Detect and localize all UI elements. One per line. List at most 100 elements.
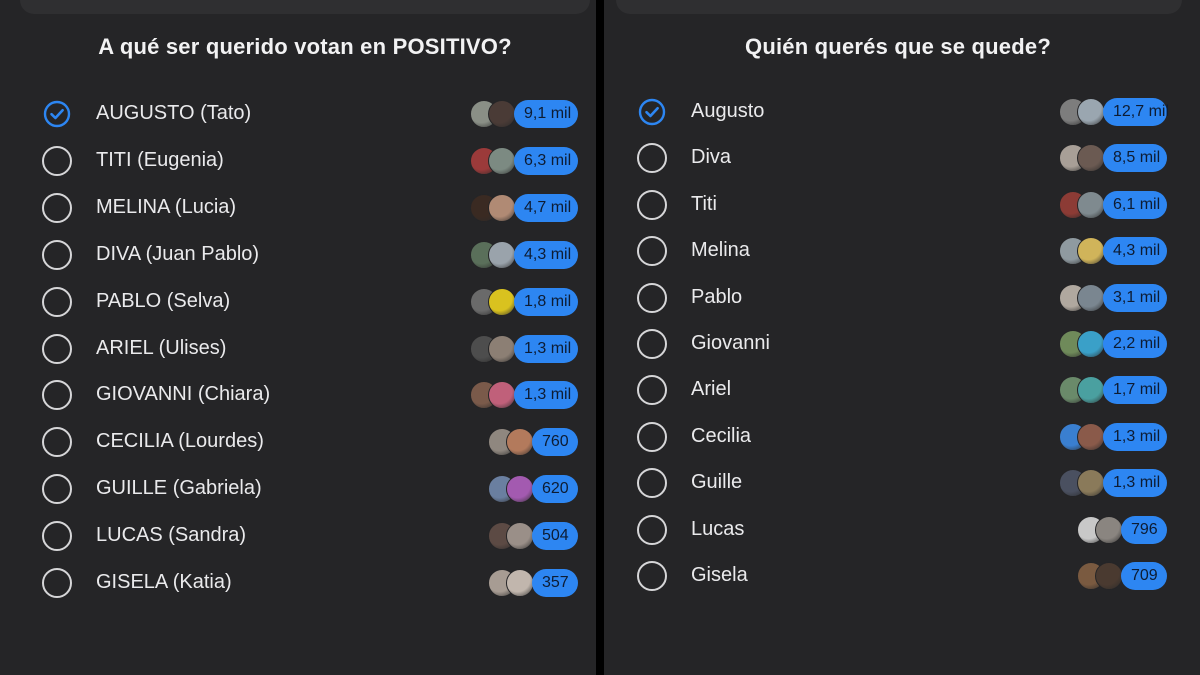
option-label: DIVA (Juan Pablo) <box>96 242 260 265</box>
vote-count-badge: 1,3 mil <box>1103 422 1167 451</box>
radio-circle-icon[interactable] <box>637 189 667 220</box>
voter-avatar <box>1095 562 1123 590</box>
option-label: AUGUSTO (Tato) <box>96 102 252 124</box>
radio-circle-icon[interactable] <box>42 521 72 552</box>
poll-title: A qué ser querido votan en POSITIVO? <box>98 34 512 59</box>
vote-count-badge: 6,3 mil <box>514 146 578 175</box>
voter-avatar <box>1077 144 1105 173</box>
poll-option-pablo[interactable]: Pablo 3,1 mil <box>604 278 1192 322</box>
option-label: Ariel <box>691 378 732 401</box>
radio-circle-icon[interactable] <box>42 239 72 270</box>
voter-avatar <box>1077 237 1105 266</box>
poll-option-lucas-sandra[interactable]: LUCAS (Sandra) 504 <box>0 516 610 560</box>
voter-avatar <box>1077 422 1105 451</box>
vote-count-badge: 1,3 mil <box>514 381 578 410</box>
voter-avatar <box>488 240 516 269</box>
radio-circle-icon[interactable] <box>637 375 667 406</box>
voter-avatar <box>1077 190 1105 219</box>
vote-count-badge: 760 <box>532 428 578 457</box>
poll-option-titi-eugenia[interactable]: TITI (Eugenia) 6,3 mil <box>0 141 610 185</box>
vote-count-badge: 9,1 mil <box>514 100 578 128</box>
poll-option-lucas[interactable]: Lucas 796 <box>604 510 1192 554</box>
voter-avatar <box>488 193 516 222</box>
voter-avatar <box>1095 515 1123 544</box>
option-label: TITI (Eugenia) <box>96 148 224 171</box>
poll-option-melina[interactable]: Melina 4,3 mil <box>604 231 1192 275</box>
poll-option-diva[interactable]: Diva 8,5 mil <box>604 138 1192 182</box>
option-label: GIOVANNI (Chiara) <box>96 383 271 406</box>
vote-count-badge: 796 <box>1121 515 1167 544</box>
option-label: MELINA (Lucia) <box>96 195 237 218</box>
poll-option-gisela[interactable]: Gisela 709 <box>604 556 1192 600</box>
check-circle-icon[interactable] <box>637 97 667 127</box>
poll-option-ariel-ulises[interactable]: ARIEL (Ulises) 1,3 mil <box>0 329 610 373</box>
vote-count-badge: 12,7 mil <box>1103 98 1169 126</box>
poll-option-guille[interactable]: Guille 1,3 mil <box>604 463 1192 507</box>
voter-avatar <box>1077 283 1105 312</box>
radio-circle-icon[interactable] <box>637 143 667 174</box>
option-label: CECILIA (Lourdes) <box>96 430 264 453</box>
radio-circle-icon[interactable] <box>42 145 72 176</box>
vote-count-badge: 1,7 mil <box>1103 376 1167 405</box>
voter-avatar <box>488 381 516 410</box>
voter-avatar <box>1077 469 1105 498</box>
vote-count-badge: 504 <box>532 522 578 551</box>
vote-count-badge: 8,5 mil <box>1103 144 1167 173</box>
poll-option-giovanni[interactable]: Giovanni 2,2 mil <box>604 324 1192 368</box>
vote-count-badge: 4,3 mil <box>514 240 578 269</box>
radio-circle-icon[interactable] <box>637 514 667 545</box>
option-label: ARIEL (Ulises) <box>96 336 227 359</box>
voter-avatar <box>488 146 516 175</box>
option-label: Giovanni <box>691 332 770 354</box>
radio-circle-icon[interactable] <box>42 427 72 458</box>
radio-circle-icon[interactable] <box>42 286 72 317</box>
option-label: Cecilia <box>691 424 752 447</box>
vote-count-badge: 6,1 mil <box>1103 190 1167 219</box>
voter-avatar <box>506 569 534 597</box>
radio-circle-icon[interactable] <box>637 236 667 267</box>
vote-count-badge: 709 <box>1121 562 1167 590</box>
voter-avatar <box>488 287 516 316</box>
poll-title: Quién querés que se quede? <box>745 34 1051 59</box>
vote-count-badge: 4,7 mil <box>514 193 578 222</box>
poll-option-gisela-katia[interactable]: GISELA (Katia) 357 <box>0 563 610 607</box>
poll-option-diva-juan-pablo[interactable]: DIVA (Juan Pablo) 4,3 mil <box>0 235 610 279</box>
radio-circle-icon[interactable] <box>42 192 72 223</box>
radio-circle-icon[interactable] <box>637 468 667 499</box>
poll-option-ariel[interactable]: Ariel 1,7 mil <box>604 370 1192 414</box>
option-label: PABLO (Selva) <box>96 289 231 312</box>
radio-circle-icon[interactable] <box>42 380 72 411</box>
panel-top-edge <box>616 0 1182 14</box>
option-label: Lucas <box>691 517 745 540</box>
option-label: GUILLE (Gabriela) <box>96 477 262 500</box>
vote-count-badge: 620 <box>532 475 578 504</box>
voter-avatar <box>488 334 516 363</box>
option-label: Guille <box>691 471 743 494</box>
option-label: Diva <box>691 146 732 169</box>
poll-option-augusto-tato[interactable]: AUGUSTO (Tato) 9,1 mil <box>0 94 610 138</box>
poll-option-titi[interactable]: Titi 6,1 mil <box>604 185 1192 229</box>
option-label: Gisela <box>691 564 748 586</box>
radio-circle-icon[interactable] <box>42 568 72 598</box>
voter-avatar <box>1077 330 1105 358</box>
radio-circle-icon[interactable] <box>637 561 667 591</box>
option-label: GISELA (Katia) <box>96 571 232 593</box>
poll-option-giovanni-chiara[interactable]: GIOVANNI (Chiara) 1,3 mil <box>0 375 610 419</box>
radio-circle-icon[interactable] <box>637 421 667 452</box>
vote-count-badge: 1,3 mil <box>1103 469 1167 498</box>
check-circle-icon[interactable] <box>42 99 72 129</box>
radio-circle-icon[interactable] <box>42 333 72 364</box>
option-label: Titi <box>691 192 717 215</box>
vote-count-badge: 2,2 mil <box>1103 330 1167 358</box>
radio-circle-icon[interactable] <box>637 282 667 313</box>
poll-option-cecilia-lourdes[interactable]: CECILIA (Lourdes) 760 <box>0 422 610 466</box>
vote-count-badge: 1,8 mil <box>514 287 578 316</box>
radio-circle-icon[interactable] <box>637 329 667 359</box>
poll-option-melina-lucia[interactable]: MELINA (Lucia) 4,7 mil <box>0 188 610 232</box>
radio-circle-icon[interactable] <box>42 474 72 505</box>
poll-option-pablo-selva[interactable]: PABLO (Selva) 1,8 mil <box>0 282 610 326</box>
poll-option-augusto[interactable]: Augusto 12,7 mil <box>604 92 1192 136</box>
voter-avatar <box>506 522 534 551</box>
poll-option-cecilia[interactable]: Cecilia 1,3 mil <box>604 417 1192 461</box>
poll-option-guille-gabriela[interactable]: GUILLE (Gabriela) 620 <box>0 469 610 513</box>
